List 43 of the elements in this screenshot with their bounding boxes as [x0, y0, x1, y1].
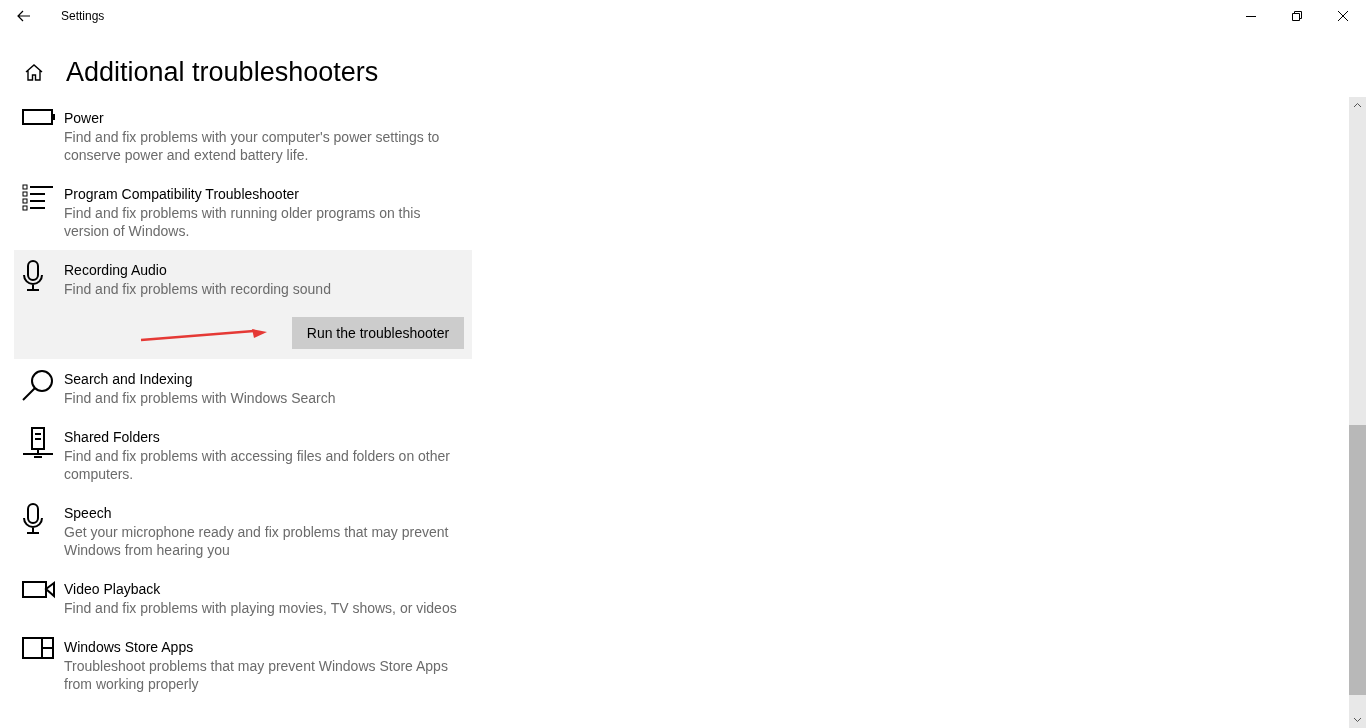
video-camera-icon [22, 579, 56, 599]
item-title: Recording Audio [64, 261, 168, 280]
home-icon[interactable] [24, 63, 44, 81]
scrollbar-thumb[interactable] [1349, 425, 1366, 695]
troubleshooter-item[interactable]: Shared Folders Find and fix problems with accessing files and folders on other computers. [14, 417, 472, 493]
item-title: Program Compatibility Troubleshooter [64, 185, 300, 204]
microphone-icon [22, 503, 44, 535]
item-description: Find and fix problems with your computer's power settings to conserve power and extend battery life. [64, 128, 441, 164]
split-window-icon [22, 637, 54, 659]
scrollbar[interactable] [1349, 97, 1366, 728]
item-title: Video Playback [64, 580, 162, 599]
item-title: Speech [64, 504, 113, 523]
troubleshooter-item[interactable]: Program Compatibility Troubleshooter Find and fix problems with running older programs on this version of Windows. [14, 174, 472, 250]
item-title: Shared Folders [64, 428, 161, 447]
scroll-up-icon[interactable] [1353, 102, 1362, 108]
list-icon [22, 184, 54, 212]
battery-icon [22, 108, 56, 126]
page-title: Additional troubleshooters [66, 55, 379, 89]
item-title: Windows Store Apps [64, 638, 195, 657]
server-icon [22, 427, 54, 459]
restore-icon [1292, 11, 1302, 21]
troubleshooter-item[interactable]: Speech Get your microphone ready and fix problems that may prevent Windows from hearing you [14, 493, 472, 569]
item-description: Troubleshoot problems that may prevent Windows Store Apps from working properly [64, 657, 449, 693]
item-description: Find and fix problems with recording sound [64, 280, 332, 298]
window-title: Settings [61, 8, 105, 25]
microphone-icon [22, 260, 44, 292]
item-description: Find and fix problems with playing movies, TV shows, or videos [64, 599, 458, 617]
item-description: Get your microphone ready and fix problems that may prevent Windows from hearing you [64, 523, 450, 559]
troubleshooter-item[interactable]: Video Playback Find and fix problems with playing movies, TV shows, or videos [14, 569, 472, 627]
search-icon [22, 369, 54, 401]
item-description: Find and fix problems with Windows Search [64, 389, 337, 407]
item-title: Search and Indexing [64, 370, 194, 389]
scroll-down-icon[interactable] [1353, 717, 1362, 723]
troubleshooter-item[interactable]: Search and Indexing Find and fix problems with Windows Search [14, 359, 472, 417]
item-title: Power [64, 109, 105, 128]
troubleshooter-item[interactable]: Windows Store Apps Troubleshoot problems that may prevent Windows Store Apps from working properly [14, 627, 472, 703]
close-icon [1338, 11, 1348, 21]
item-description: Find and fix problems with running older programs on this version of Windows. [64, 204, 422, 240]
run-troubleshooter-button[interactable]: Run the troubleshooter [292, 317, 464, 349]
troubleshooter-item[interactable]: Power Find and fix problems with your computer's power settings to conserve power and extend battery life. [14, 98, 472, 174]
troubleshooter-item[interactable]: Recording Audio Find and fix problems with recording sound Run the troubleshooter [14, 250, 472, 359]
back-arrow-icon [17, 10, 31, 22]
item-description: Find and fix problems with accessing files and folders on other computers. [64, 447, 451, 483]
